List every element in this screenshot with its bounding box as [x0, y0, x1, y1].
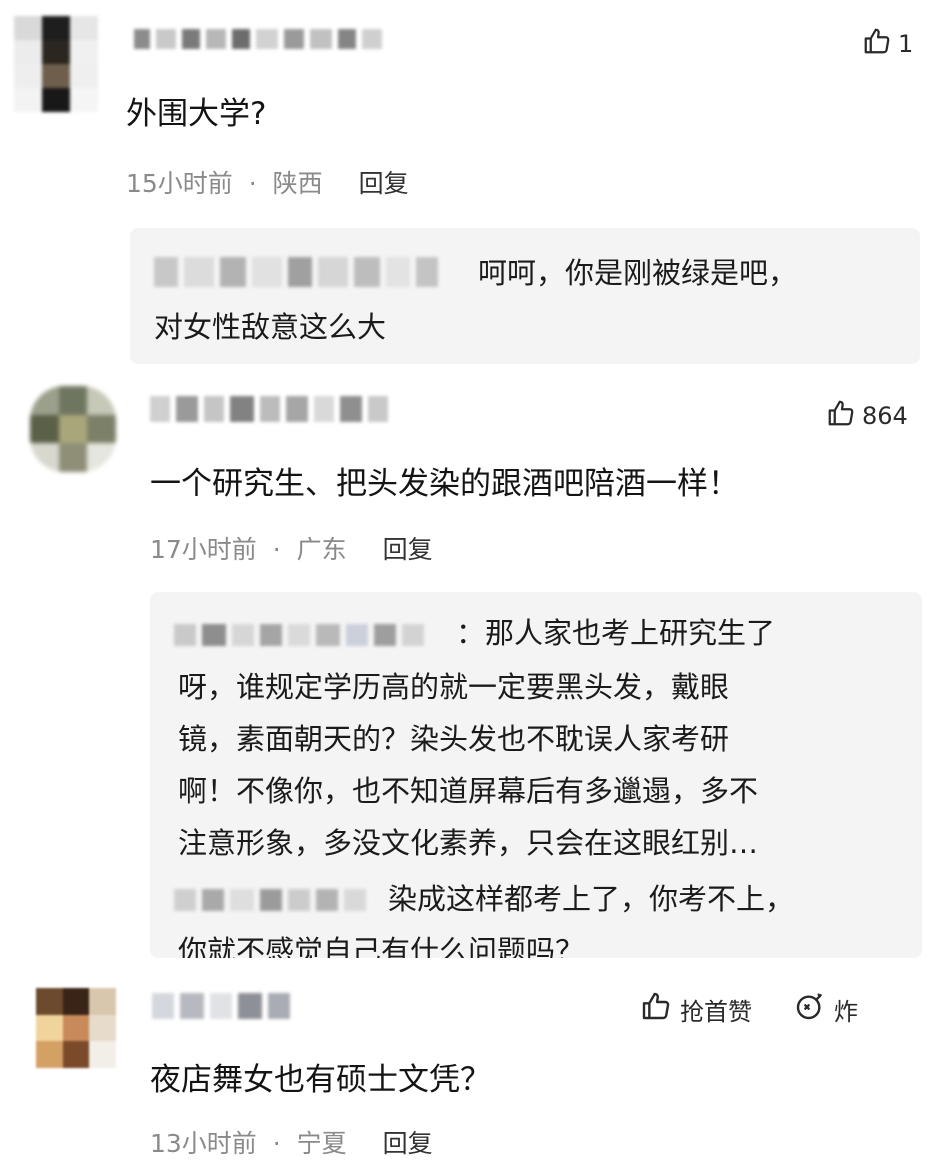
thumbs-up-icon	[826, 398, 856, 434]
like-button[interactable]: 1	[862, 26, 913, 62]
reply-button[interactable]: 回复	[383, 1129, 433, 1158]
reply-username-blurred[interactable]	[154, 252, 444, 292]
reply-text-line: 呀，谁规定学历高的就一定要黑头发，戴眼	[178, 670, 730, 704]
reply-text-line: 镜，素面朝天的？染头发也不耽误人家考研	[178, 722, 730, 756]
username-blurred[interactable]	[134, 26, 388, 52]
bomb-icon	[794, 990, 826, 1028]
like-button[interactable]: 864	[826, 398, 908, 434]
comment-meta: 17小时前 · 广东 回复	[150, 530, 433, 566]
first-like-button[interactable]: 抢首赞	[640, 990, 752, 1028]
reply-text-line: 注意形象，多没文化素养，只会在这眼红别…	[178, 826, 759, 860]
reply-text-line: 呵呵，你是刚被绿是吧，	[478, 256, 798, 290]
separator: ·	[272, 535, 281, 564]
location: 宁夏	[296, 1129, 347, 1158]
reply-username-blurred[interactable]	[174, 620, 430, 650]
boom-button[interactable]: 炸	[794, 990, 858, 1028]
comment-meta: 13小时前 · 宁夏 回复	[150, 1124, 433, 1160]
comment-text: 一个研究生、把头发染的跟酒吧陪酒一样！	[150, 466, 739, 502]
reply-text-line: ：那人家也考上研究生了	[456, 616, 776, 650]
location: 广东	[296, 535, 347, 564]
comment-text: 外围大学?	[126, 96, 267, 132]
reply-text-line: 对女性敌意这么大	[154, 310, 387, 344]
thumbs-up-icon	[862, 26, 892, 62]
first-like-label: 抢首赞	[680, 997, 752, 1026]
comment-text: 夜店舞女也有硕士文凭？	[150, 1062, 491, 1098]
separator: ·	[272, 1129, 281, 1158]
timestamp: 15小时前	[126, 169, 233, 198]
location: 陕西	[272, 169, 323, 198]
avatar[interactable]	[14, 16, 98, 112]
reply-button[interactable]: 回复	[383, 535, 433, 564]
reply-username-blurred[interactable]	[174, 886, 372, 914]
reply-text-line: 染成这样都考上了，你考不上，	[388, 882, 795, 916]
timestamp: 13小时前	[150, 1129, 257, 1158]
reply-box[interactable]: ：那人家也考上研究生了 呀，谁规定学历高的就一定要黑头发，戴眼 镜，素面朝天的？…	[150, 592, 922, 958]
reply-box[interactable]: 呵呵，你是刚被绿是吧， 对女性敌意这么大	[130, 228, 920, 364]
avatar[interactable]	[36, 988, 116, 1068]
separator: ·	[248, 169, 257, 198]
reply-text-line: 啊！不像你，也不知道屏幕后有多邋遢，多不	[178, 774, 759, 808]
reply-button[interactable]: 回复	[359, 169, 409, 198]
timestamp: 17小时前	[150, 535, 257, 564]
boom-label: 炸	[834, 997, 858, 1026]
reply-text-line: 你就不感觉自己有什么问题吗？	[178, 934, 585, 958]
username-blurred[interactable]	[152, 990, 296, 1022]
like-count: 1	[898, 30, 914, 58]
like-count: 864	[862, 402, 908, 430]
comment-meta: 15小时前 · 陕西 回复	[126, 164, 409, 200]
username-blurred[interactable]	[150, 392, 394, 426]
thumbs-up-icon	[640, 990, 672, 1028]
avatar[interactable]	[30, 386, 116, 472]
